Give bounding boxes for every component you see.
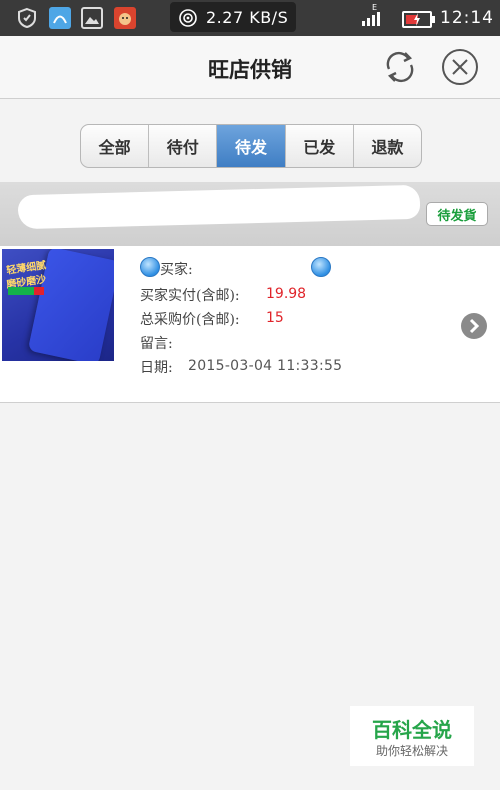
redacted-buyer-name xyxy=(210,260,296,274)
actual-paid-value: 19.98 xyxy=(266,286,307,302)
app-mascot-icon xyxy=(114,7,136,29)
order-detail-button[interactable] xyxy=(461,313,487,339)
battery-icon xyxy=(402,11,435,28)
order-date: 2015-03-04 11:33:55 xyxy=(188,358,343,374)
tag-red xyxy=(34,287,44,295)
gallery-icon xyxy=(81,7,103,29)
network-type: E xyxy=(372,3,378,12)
chevron-right-icon xyxy=(469,318,480,334)
tab-all[interactable]: 全部 xyxy=(81,125,150,167)
app-header: 旺店供销 xyxy=(0,36,500,99)
buyer-label: 买家: xyxy=(160,262,193,278)
product-image[interactable]: 轻薄细腻 磨砂磨沙 xyxy=(2,249,114,361)
tab-shipped[interactable]: 已发 xyxy=(286,125,354,167)
close-icon xyxy=(442,49,478,85)
total-purchase-value: 15 xyxy=(266,310,284,326)
status-bar: 2.27 KB/S E 12:14 xyxy=(0,0,500,36)
store-header xyxy=(0,182,500,246)
close-button[interactable] xyxy=(440,47,480,87)
total-purchase-label: 总采购价(含邮): xyxy=(140,312,240,328)
tag-green xyxy=(8,287,34,295)
watermark-subtitle: 助你轻松解决 xyxy=(375,744,448,758)
tab-refund[interactable]: 退款 xyxy=(354,125,421,167)
redacted-store-name xyxy=(17,184,421,230)
tab-pending-payment[interactable]: 待付 xyxy=(149,125,218,167)
order-status-tabs: 全部 待付 待发 已发 退款 xyxy=(80,124,422,168)
shield-icon xyxy=(16,7,38,29)
network-speed-text: 2.27 KB/S xyxy=(206,8,289,27)
actual-paid-label: 买家实付(含邮): xyxy=(140,288,240,304)
redacted-seller-name xyxy=(332,260,432,274)
network-speed: 2.27 KB/S xyxy=(170,2,296,32)
buyer-avatar-icon xyxy=(140,257,160,277)
status-badge: 待发貨 xyxy=(426,202,488,226)
hotspot-icon xyxy=(179,9,197,27)
page-title: 旺店供销 xyxy=(208,57,292,82)
date-label: 日期: xyxy=(140,360,173,376)
watermark-title: 百科全说 xyxy=(372,718,452,742)
message-label: 留言: xyxy=(140,336,173,352)
signal-icon: E xyxy=(360,3,384,28)
app-icon xyxy=(49,7,71,29)
tab-pending-shipment[interactable]: 待发 xyxy=(217,125,286,167)
refresh-icon xyxy=(386,51,414,83)
watermark-logo: 百科全说 助你轻松解决 xyxy=(350,706,474,766)
clock: 12:14 xyxy=(440,8,494,28)
refresh-button[interactable] xyxy=(380,47,420,87)
seller-avatar-icon xyxy=(311,257,331,277)
order-card[interactable]: 轻薄细腻 磨砂磨沙 买家: 买家实付(含邮): 19.98 总采购价(含邮): … xyxy=(0,246,500,403)
